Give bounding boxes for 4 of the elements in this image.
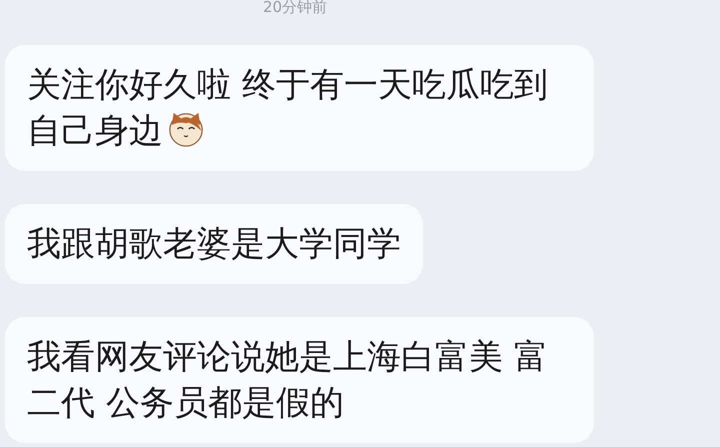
timestamp: 20分钟前	[262, 0, 328, 14]
message-text: 我跟胡歌老婆是大学同学	[27, 224, 401, 264]
message-text: 关注你好久啦 终于有一天吃瓜吃到自己身边	[27, 65, 548, 151]
message-text: 我看网友评论说她是上海白富美 富二代 公务员都是假的	[27, 337, 548, 423]
